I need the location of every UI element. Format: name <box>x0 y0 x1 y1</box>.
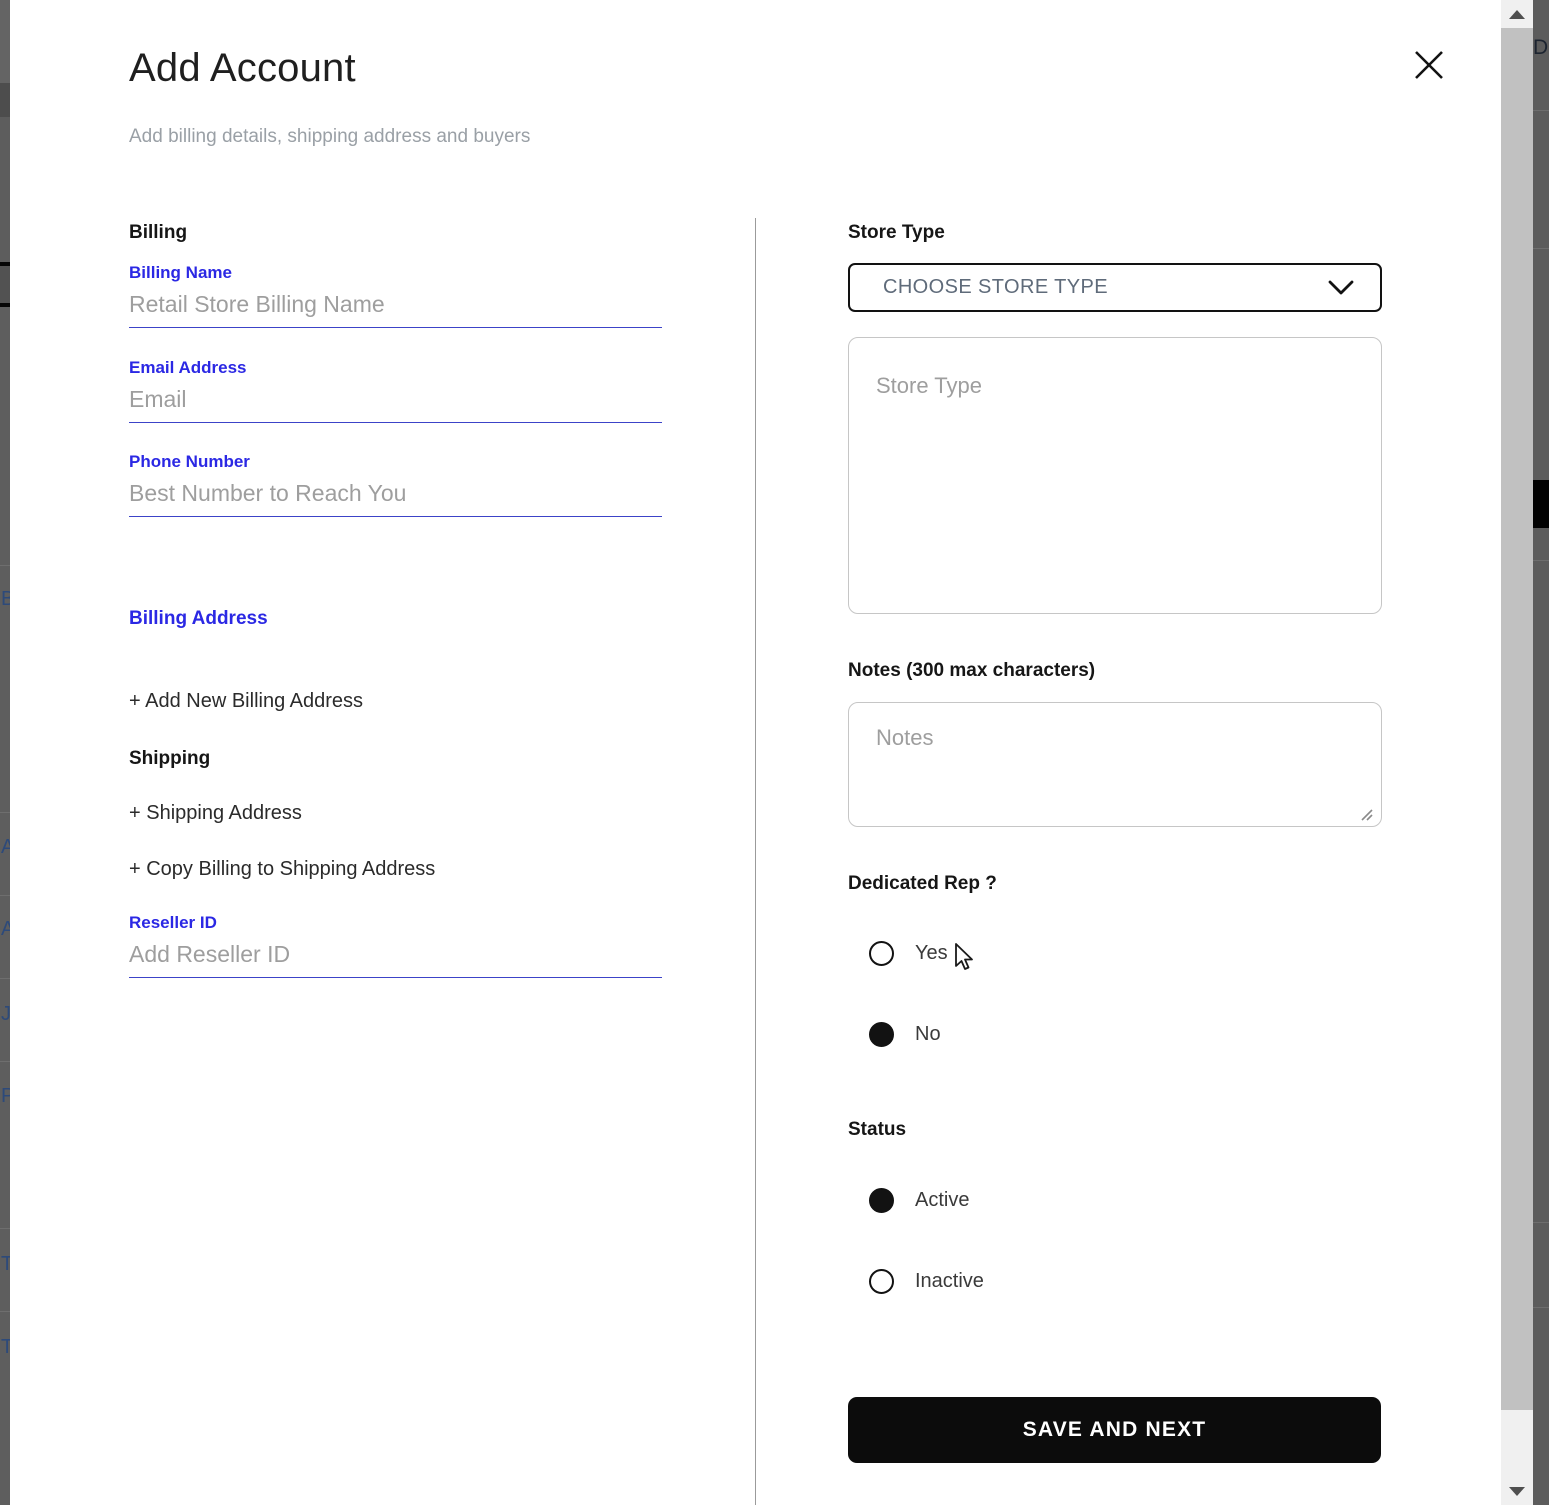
bg-row-line <box>1533 110 1549 111</box>
bg-text-fragment: TA <box>1 1253 10 1275</box>
radio-selected-icon <box>869 1022 894 1047</box>
chevron-down-icon <box>1328 280 1354 295</box>
bg-row-line <box>0 812 10 813</box>
reseller-id-input[interactable] <box>129 941 662 978</box>
store-type-dropdown[interactable]: CHOOSE STORE TYPE <box>848 263 1382 312</box>
bg-row-line <box>0 1228 10 1229</box>
bg-row-line <box>0 978 10 979</box>
store-type-textarea[interactable] <box>848 337 1382 614</box>
billing-address-label: Billing Address <box>129 608 268 629</box>
notes-textarea[interactable] <box>848 702 1382 827</box>
bg-row-line <box>0 1061 10 1062</box>
bg-band <box>0 266 10 303</box>
shipping-section-heading: Shipping <box>129 748 211 769</box>
email-label: Email Address <box>129 358 247 377</box>
add-shipping-address-link[interactable]: + Shipping Address <box>129 802 302 825</box>
bg-text-fragment: A <box>1 918 10 940</box>
radio-selected-icon <box>869 1188 894 1213</box>
column-divider <box>755 218 756 1505</box>
scrollbar-thumb[interactable] <box>1501 28 1533 1410</box>
bg-text-fragment: DR <box>1533 36 1549 59</box>
reseller-id-label: Reseller ID <box>129 913 217 932</box>
radio-label: Active <box>915 1189 970 1211</box>
status-inactive-radio[interactable]: Inactive <box>869 1269 984 1294</box>
bg-row-line <box>1533 1307 1549 1308</box>
bg-row-line <box>1533 1222 1549 1223</box>
radio-unselected-icon <box>869 941 894 966</box>
radio-unselected-icon <box>869 1269 894 1294</box>
dedicated-rep-heading: Dedicated Rep ? <box>848 873 997 894</box>
bg-band <box>0 83 10 117</box>
dedicated-rep-no-radio[interactable]: No <box>869 1022 941 1047</box>
add-billing-address-link[interactable]: + Add New Billing Address <box>129 690 363 713</box>
store-column: Store Type CHOOSE STORE TYPE Notes (300 … <box>848 0 1382 1505</box>
bg-black-band <box>1533 480 1549 528</box>
bg-row-line <box>0 565 10 566</box>
arrow-up-icon <box>1509 9 1525 19</box>
background-left-strip: B A A Je P TA Te <box>0 0 10 1505</box>
bg-text-fragment: P <box>1 1085 10 1107</box>
resize-handle-icon[interactable] <box>1358 806 1374 822</box>
save-and-next-button[interactable]: SAVE AND NEXT <box>848 1397 1381 1463</box>
store-type-heading: Store Type <box>848 222 945 243</box>
bg-text-fragment: Je <box>1 1003 10 1025</box>
billing-column: Billing Billing Name Email Address Phone… <box>129 0 662 1505</box>
copy-billing-to-shipping-link[interactable]: + Copy Billing to Shipping Address <box>129 858 435 881</box>
arrow-down-icon <box>1509 1486 1525 1496</box>
billing-name-input[interactable] <box>129 291 662 328</box>
bg-row-line <box>1533 560 1549 561</box>
billing-name-label: Billing Name <box>129 263 232 282</box>
close-icon <box>1415 51 1443 79</box>
close-button[interactable] <box>1406 42 1452 88</box>
scrollbar-down-button[interactable] <box>1501 1477 1533 1505</box>
phone-label: Phone Number <box>129 452 250 471</box>
add-account-modal: Add Account Add billing details, shippin… <box>10 0 1501 1505</box>
scrollbar-up-button[interactable] <box>1501 0 1533 28</box>
status-heading: Status <box>848 1119 907 1140</box>
status-active-radio[interactable]: Active <box>869 1188 969 1213</box>
radio-label: Yes <box>915 942 948 964</box>
billing-section-heading: Billing <box>129 222 188 243</box>
radio-label: Inactive <box>915 1270 984 1292</box>
phone-input[interactable] <box>129 480 662 517</box>
bg-text-fragment: B <box>1 588 10 610</box>
bg-row-line <box>0 895 10 896</box>
bg-text-fragment: Te <box>1 1336 10 1358</box>
bg-text-fragment: A <box>1 836 10 858</box>
bg-row-line <box>0 1311 10 1312</box>
store-type-dropdown-value: CHOOSE STORE TYPE <box>883 276 1109 298</box>
vertical-scrollbar[interactable] <box>1501 0 1533 1505</box>
background-right-strip: DR <box>1533 0 1549 1505</box>
radio-label: No <box>915 1023 941 1045</box>
bg-band <box>0 303 10 307</box>
bg-band <box>0 0 10 83</box>
notes-heading: Notes (300 max characters) <box>848 660 1096 681</box>
email-field[interactable] <box>129 386 662 423</box>
dedicated-rep-yes-radio[interactable]: Yes <box>869 941 948 966</box>
bg-band <box>0 117 10 262</box>
bg-row-line <box>1533 248 1549 249</box>
